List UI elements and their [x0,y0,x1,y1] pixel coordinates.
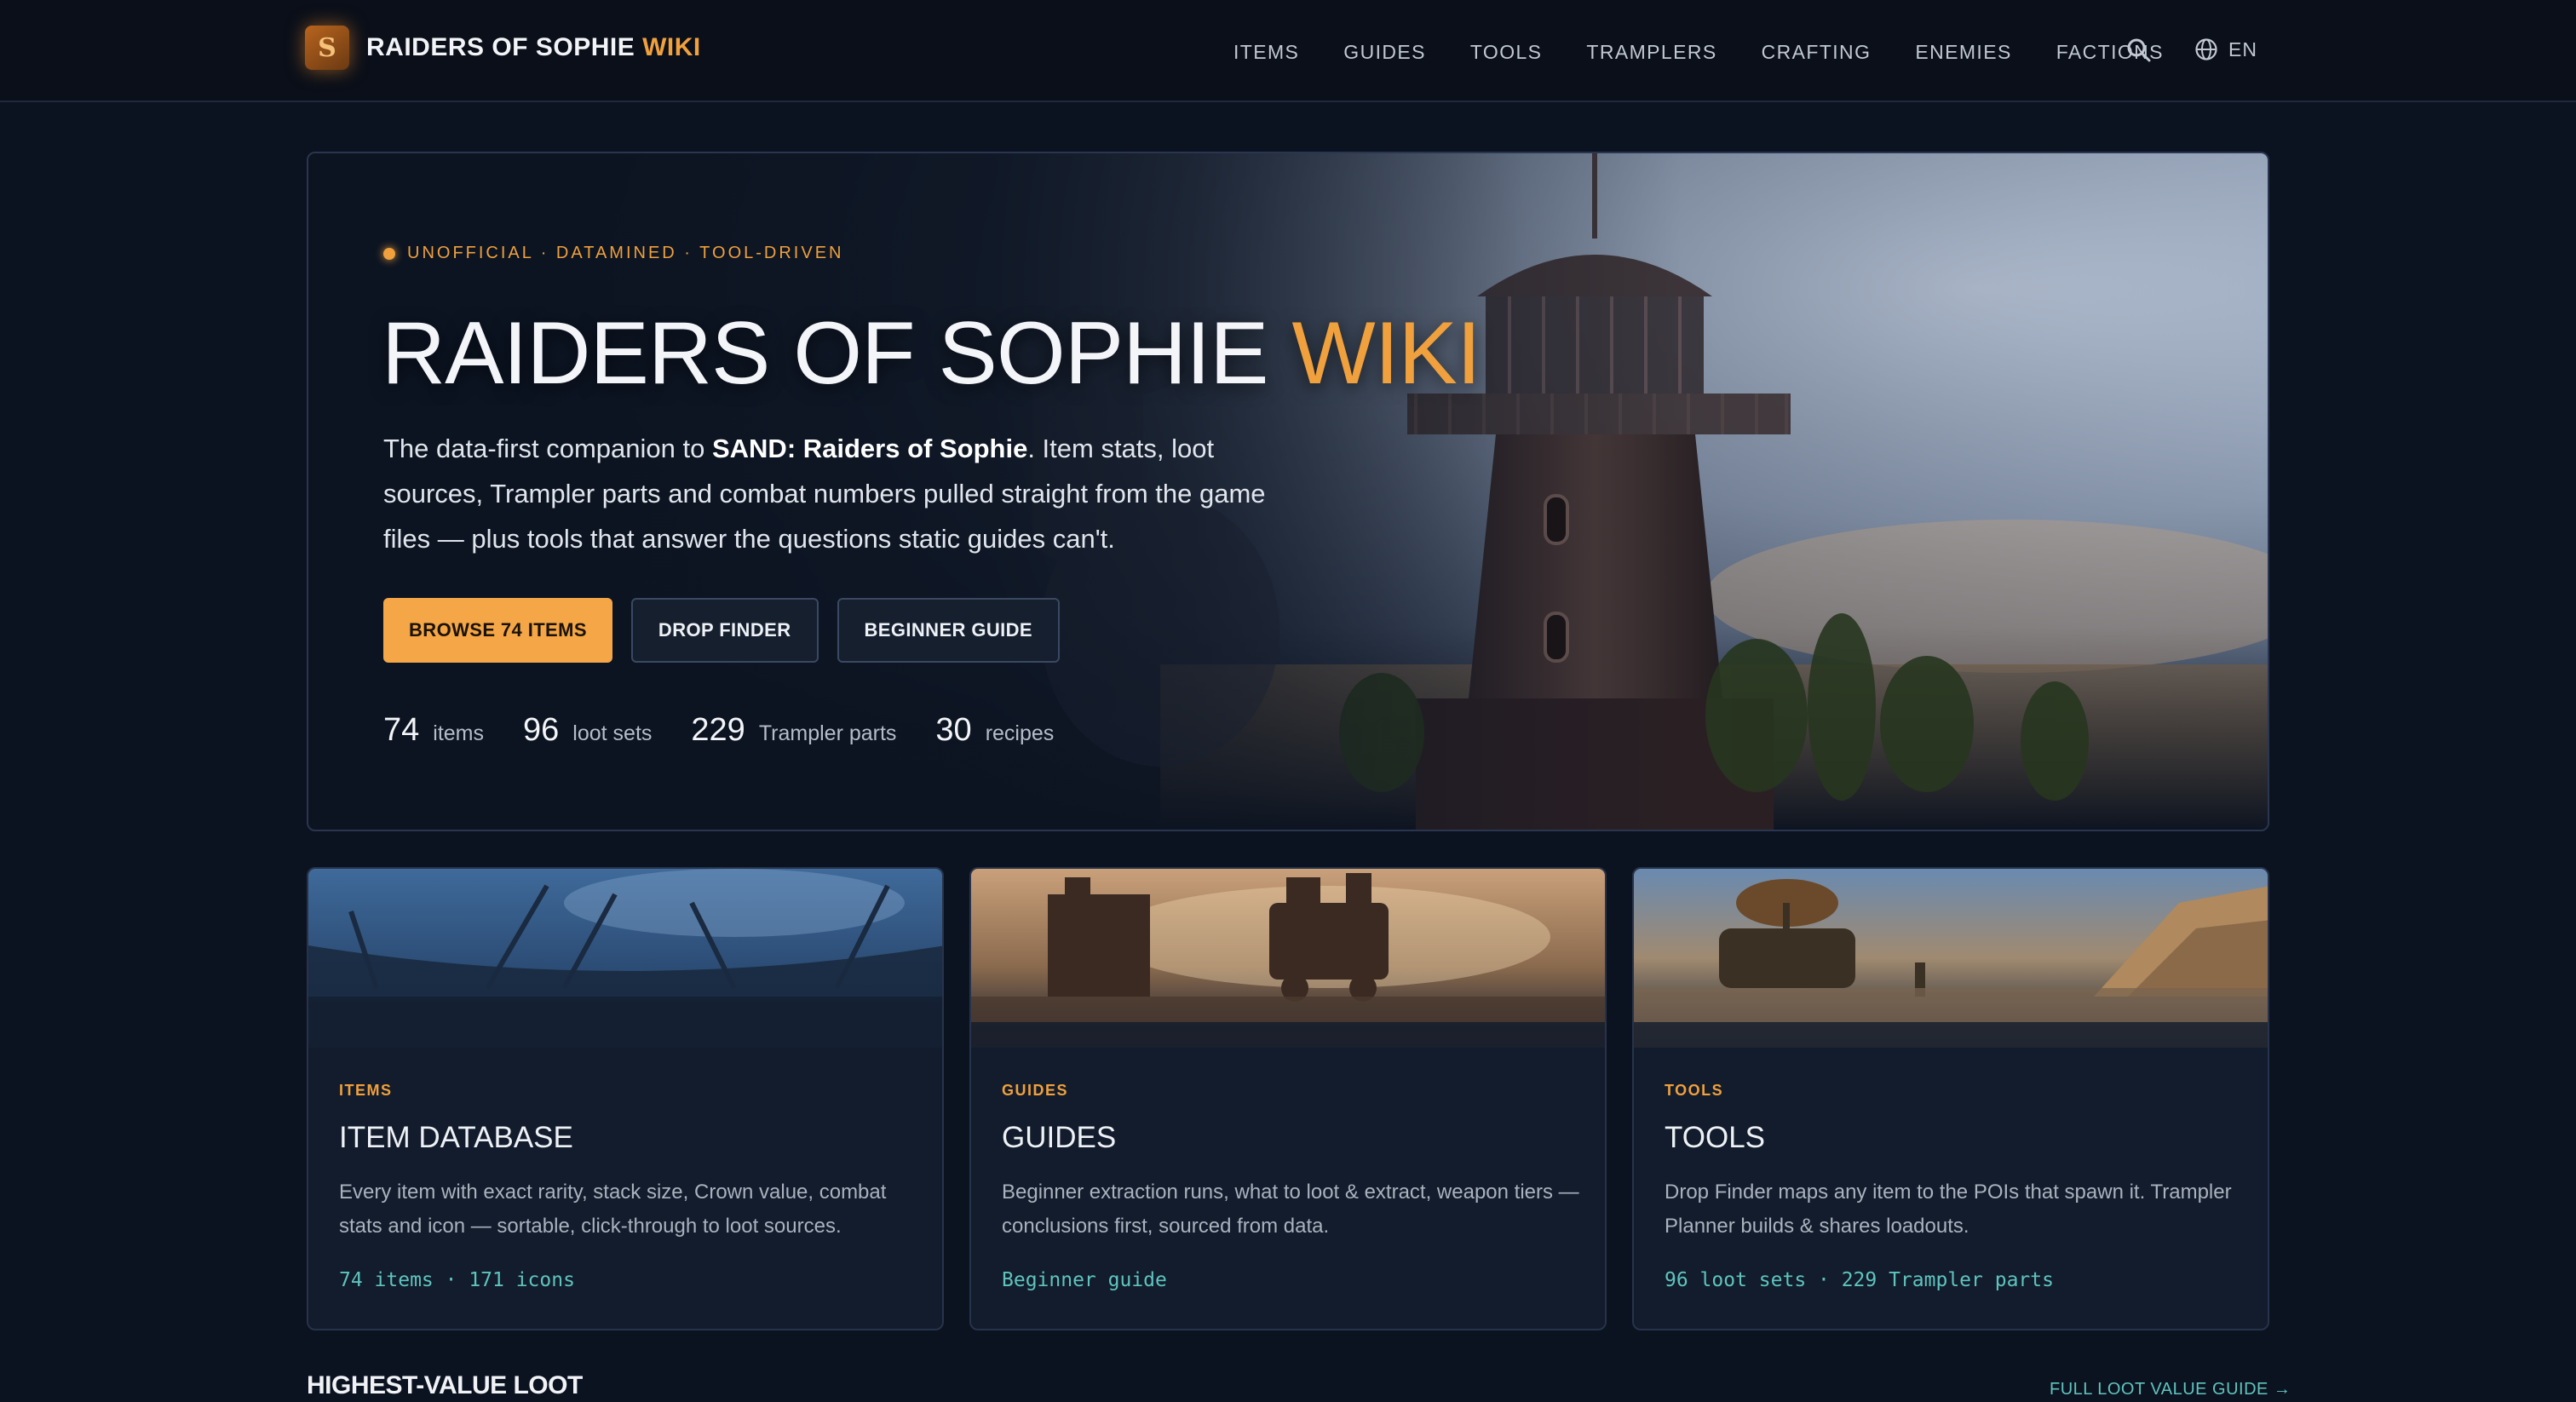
card-items[interactable]: ITEMS ITEM DATABASE Every item with exac… [307,867,944,1330]
language-selector[interactable]: EN [2194,37,2257,61]
card-guides-title: GUIDES [1002,1121,1117,1154]
full-loot-value-guide-link[interactable]: FULL LOOT VALUE GUIDE → [2050,1380,2291,1399]
stat-recipes-value: 30 [935,712,972,748]
beginner-guide-button[interactable]: BEGINNER GUIDE [837,598,1061,663]
brand-title-main: RAIDERS OF SOPHIE [366,33,635,61]
stat-items-label: items [433,721,485,745]
nav-item-enemies[interactable]: ENEMIES [1915,41,2011,64]
language-label: EN [2228,37,2257,60]
nav-item-guides[interactable]: GUIDES [1343,41,1426,64]
tag-dot-icon [383,247,395,260]
card-guides-image [971,869,1605,1048]
stat-loot-sets-label: loot sets [572,721,653,745]
card-tools-title: TOOLS [1665,1121,1766,1154]
hero-buttons: BROWSE 74 ITEMS DROP FINDER BEGINNER GUI… [383,598,1078,663]
stat-loot-sets-value: 96 [523,712,560,748]
card-guides-meta: Beginner guide [1002,1269,1167,1291]
hero-title-accent: WIKI [1291,304,1481,403]
browse-items-button[interactable]: BROWSE 74 ITEMS [383,598,612,663]
card-items-category: ITEMS [339,1082,393,1099]
hero-tagline: UNOFFICIAL · DATAMINED · TOOL-DRIVEN [383,244,843,263]
card-guides[interactable]: GUIDES GUIDES Beginner extraction runs, … [969,867,1607,1330]
stat-items-value: 74 [383,712,420,748]
hero-title-main: RAIDERS OF SOPHIE [382,304,1269,403]
highest-value-loot-heading: HIGHEST-VALUE LOOT [307,1371,583,1399]
card-tools-image [1634,869,2268,1048]
nav-links: ITEMS GUIDES TOOLS TRAMPLERS CRAFTING EN… [1233,41,2208,64]
card-tools-description: Drop Finder maps any item to the POIs th… [1665,1181,2232,1238]
card-items-meta: 74 items · 171 icons [339,1269,575,1291]
hero-tagline-text: UNOFFICIAL · DATAMINED · TOOL-DRIVEN [407,244,844,262]
stat-recipes-label: recipes [985,721,1055,745]
drop-finder-button[interactable]: DROP FINDER [630,598,819,663]
top-nav: S RAIDERS OF SOPHIE WIKI ITEMS GUIDES TO… [0,0,2576,102]
brand-link[interactable]: S RAIDERS OF SOPHIE WIKI [305,26,701,70]
card-items-title: ITEM DATABASE [339,1121,573,1154]
nav-item-crafting[interactable]: CRAFTING [1762,41,1872,64]
card-guides-description: Beginner extraction runs, what to loot &… [1002,1181,1579,1238]
hero-desc-prefix: The data-first companion to [383,434,705,463]
globe-icon [2195,38,2217,60]
card-tools-category: TOOLS [1665,1082,1724,1099]
nav-item-items[interactable]: ITEMS [1233,41,1299,64]
hero-banner: UNOFFICIAL · DATAMINED · TOOL-DRIVEN RAI… [307,152,2269,831]
stat-trampler-parts-label: Trampler parts [758,721,897,745]
logo-icon: S [305,26,349,70]
brand-title: RAIDERS OF SOPHIE WIKI [366,33,701,62]
card-guides-category: GUIDES [1002,1082,1069,1099]
card-items-description: Every item with exact rarity, stack size… [339,1181,887,1238]
stat-trampler-parts-value: 229 [691,712,745,748]
nav-item-tramplers[interactable]: TRAMPLERS [1586,41,1716,64]
brand-title-accent: WIKI [642,33,701,61]
card-tools[interactable]: TOOLS TOOLS Drop Finder maps any item to… [1632,867,2269,1330]
hero-description: The data-first companion to SAND: Raider… [383,426,1303,561]
nav-item-tools[interactable]: TOOLS [1470,41,1543,64]
search-icon[interactable] [2126,37,2152,63]
card-items-image [308,869,942,1048]
hero-stats: 74 items 96 loot sets 229 Trampler parts… [383,712,1093,749]
card-tools-meta: 96 loot sets · 229 Trampler parts [1665,1269,2054,1291]
hero-title: RAIDERS OF SOPHIE WIKI [382,303,1481,405]
hero-desc-game-name: SAND: Raiders of Sophie [711,434,1028,463]
